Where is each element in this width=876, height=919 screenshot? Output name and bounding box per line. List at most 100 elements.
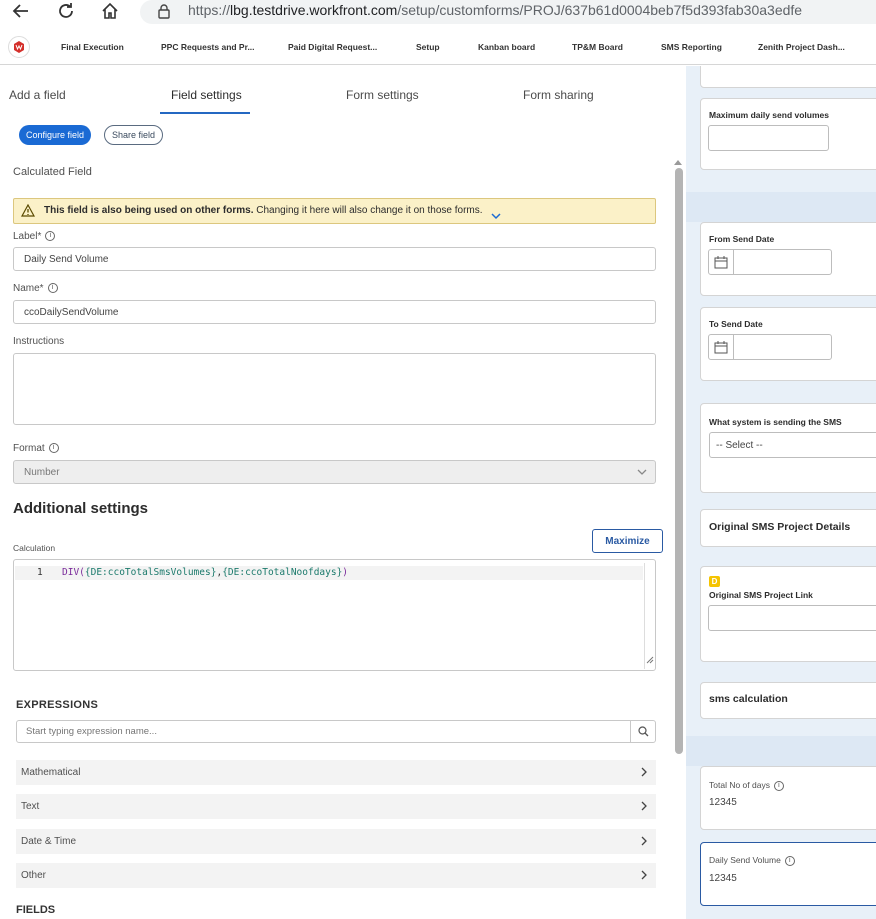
info-icon[interactable]: i xyxy=(47,283,58,294)
system-select[interactable]: -- Select -- xyxy=(709,432,876,458)
preview-card-original-details: Original SMS Project Details xyxy=(700,509,876,547)
preview-card-daily-send-volume[interactable]: Daily Send Volume i 12345 xyxy=(700,842,876,906)
chevron-down-icon[interactable] xyxy=(491,207,501,225)
from-send-date-label: From Send Date xyxy=(709,234,775,244)
name-input[interactable]: ccoDailySendVolume xyxy=(13,300,656,324)
expression-search[interactable] xyxy=(16,720,656,743)
label-input[interactable]: Daily Send Volume xyxy=(13,247,656,271)
warning-text: Changing it here will also change it on … xyxy=(256,205,483,216)
chevron-right-icon xyxy=(640,767,648,780)
preview-section-band xyxy=(686,192,876,222)
code-close: ) xyxy=(342,567,349,578)
link-badge: D xyxy=(709,576,720,587)
expression-category-label: Mathematical xyxy=(21,767,81,778)
field-type-label: Calculated Field xyxy=(13,166,92,178)
code-arg-1: {DE:ccoTotalSmsVolumes} xyxy=(84,567,217,578)
format-label-text: Format xyxy=(13,443,45,454)
fields-heading: FIELDS xyxy=(16,904,56,916)
configure-field-button[interactable]: Configure field xyxy=(19,125,91,145)
field-settings-panel: Add a field Field settings Form settings… xyxy=(0,66,686,919)
preview-card-total-days: Total No of days i 12345 xyxy=(700,766,876,830)
chevron-right-icon xyxy=(640,836,648,849)
bookmark-zenith-project-dash[interactable]: Zenith Project Dash... xyxy=(758,42,845,52)
calendar-icon[interactable] xyxy=(709,335,734,359)
preview-card-to-date: To Send Date xyxy=(700,307,876,381)
info-icon[interactable]: i xyxy=(45,231,56,242)
resize-handle-icon[interactable] xyxy=(646,651,654,669)
browser-toolbar: https://lbg.testdrive.workfront.com/setu… xyxy=(0,0,876,26)
shared-field-warning: This field is also being used on other f… xyxy=(13,198,656,224)
info-icon[interactable]: i xyxy=(773,780,784,791)
chevron-right-icon xyxy=(640,801,648,814)
scrollbar-thumb[interactable] xyxy=(675,168,683,754)
bookmark-sms-reporting[interactable]: SMS Reporting xyxy=(661,42,722,52)
format-select[interactable]: Number xyxy=(13,460,656,484)
preview-card-max-daily: Maximum daily send volumes xyxy=(700,98,876,170)
bookmark-tpm-board[interactable]: TP&M Board xyxy=(572,42,623,52)
instructions-textarea[interactable] xyxy=(13,353,656,425)
expression-category-label: Date & Time xyxy=(21,836,77,847)
expression-category-date-time[interactable]: Date & Time xyxy=(16,829,656,854)
max-daily-label: Maximum daily send volumes xyxy=(709,110,829,120)
search-icon[interactable] xyxy=(630,721,656,742)
preview-card-system: What system is sending the SMS -- Select… xyxy=(700,403,876,493)
to-send-date-label: To Send Date xyxy=(709,319,763,329)
total-days-value: 12345 xyxy=(709,797,737,808)
lock-icon[interactable] xyxy=(154,1,174,21)
expressions-heading: EXPRESSIONS xyxy=(16,699,99,711)
instructions-label: Instructions xyxy=(13,336,65,347)
expression-category-text[interactable]: Text xyxy=(16,794,656,819)
tab-form-sharing[interactable]: Form sharing xyxy=(523,88,594,102)
preview-card-original-link: D Original SMS Project Link xyxy=(700,566,876,662)
info-icon[interactable]: i xyxy=(48,443,59,454)
bookmark-kanban-board[interactable]: Kanban board xyxy=(478,42,535,52)
code-function: DIV( xyxy=(62,567,85,578)
preview-card-from-date: From Send Date xyxy=(700,222,876,296)
bookmark-ppc-requests[interactable]: PPC Requests and Pr... xyxy=(161,42,255,52)
max-daily-input[interactable] xyxy=(708,125,829,151)
workfront-logo-icon[interactable] xyxy=(8,36,30,58)
calculation-editor[interactable]: 1 DIV({DE:ccoTotalSmsVolumes},{DE:ccoTot… xyxy=(13,559,656,671)
from-send-date-input[interactable] xyxy=(708,249,832,275)
tab-add-a-field[interactable]: Add a field xyxy=(9,88,66,102)
expression-search-input[interactable] xyxy=(17,721,629,742)
maximize-button[interactable]: Maximize xyxy=(592,529,663,553)
tab-form-settings[interactable]: Form settings xyxy=(346,88,419,102)
original-link-label: Original SMS Project Link xyxy=(709,590,813,600)
warning-icon xyxy=(20,203,36,222)
reload-icon[interactable] xyxy=(56,1,76,21)
expression-category-label: Text xyxy=(21,801,40,812)
bookmark-paid-digital-request[interactable]: Paid Digital Request... xyxy=(288,42,377,52)
original-link-input[interactable] xyxy=(708,605,876,631)
tab-field-settings[interactable]: Field settings xyxy=(171,88,242,102)
chevron-right-icon xyxy=(640,870,648,883)
share-field-button[interactable]: Share field xyxy=(104,125,163,145)
preview-section-band xyxy=(686,736,876,766)
chevron-down-icon xyxy=(637,468,647,479)
line-number: 1 xyxy=(37,567,43,578)
active-tab-indicator xyxy=(160,112,250,114)
additional-settings-heading: Additional settings xyxy=(13,500,148,517)
preview-card-sms-calculation: sms calculation xyxy=(700,682,876,719)
format-select-value: Number xyxy=(24,466,60,478)
calendar-icon[interactable] xyxy=(709,250,734,274)
expression-category-other[interactable]: Other xyxy=(16,863,656,888)
bookmark-final-execution[interactable]: Final Execution xyxy=(61,42,124,52)
preview-card-top xyxy=(700,66,876,88)
daily-send-volume-value: 12345 xyxy=(709,873,737,884)
back-arrow-icon[interactable] xyxy=(11,1,31,21)
expression-category-label: Other xyxy=(21,870,47,881)
form-preview-panel: Maximum daily send volumes From Send Dat… xyxy=(686,66,876,919)
home-icon[interactable] xyxy=(100,1,120,21)
daily-send-volume-label-text: Daily Send Volume xyxy=(709,855,781,865)
to-send-date-input[interactable] xyxy=(708,334,832,360)
expression-category-mathematical[interactable]: Mathematical xyxy=(16,760,656,785)
label-field-label: Label* i xyxy=(13,231,56,242)
format-label: Format i xyxy=(13,443,59,454)
calculation-label: Calculation xyxy=(13,543,56,553)
total-days-label-text: Total No of days xyxy=(709,780,770,790)
code-arg-2: {DE:ccoTotalNoofdays} xyxy=(222,567,343,578)
info-icon[interactable]: i xyxy=(784,855,795,866)
bookmark-setup[interactable]: Setup xyxy=(416,42,440,52)
warning-bold-text: This field is also being used on other f… xyxy=(44,205,254,216)
